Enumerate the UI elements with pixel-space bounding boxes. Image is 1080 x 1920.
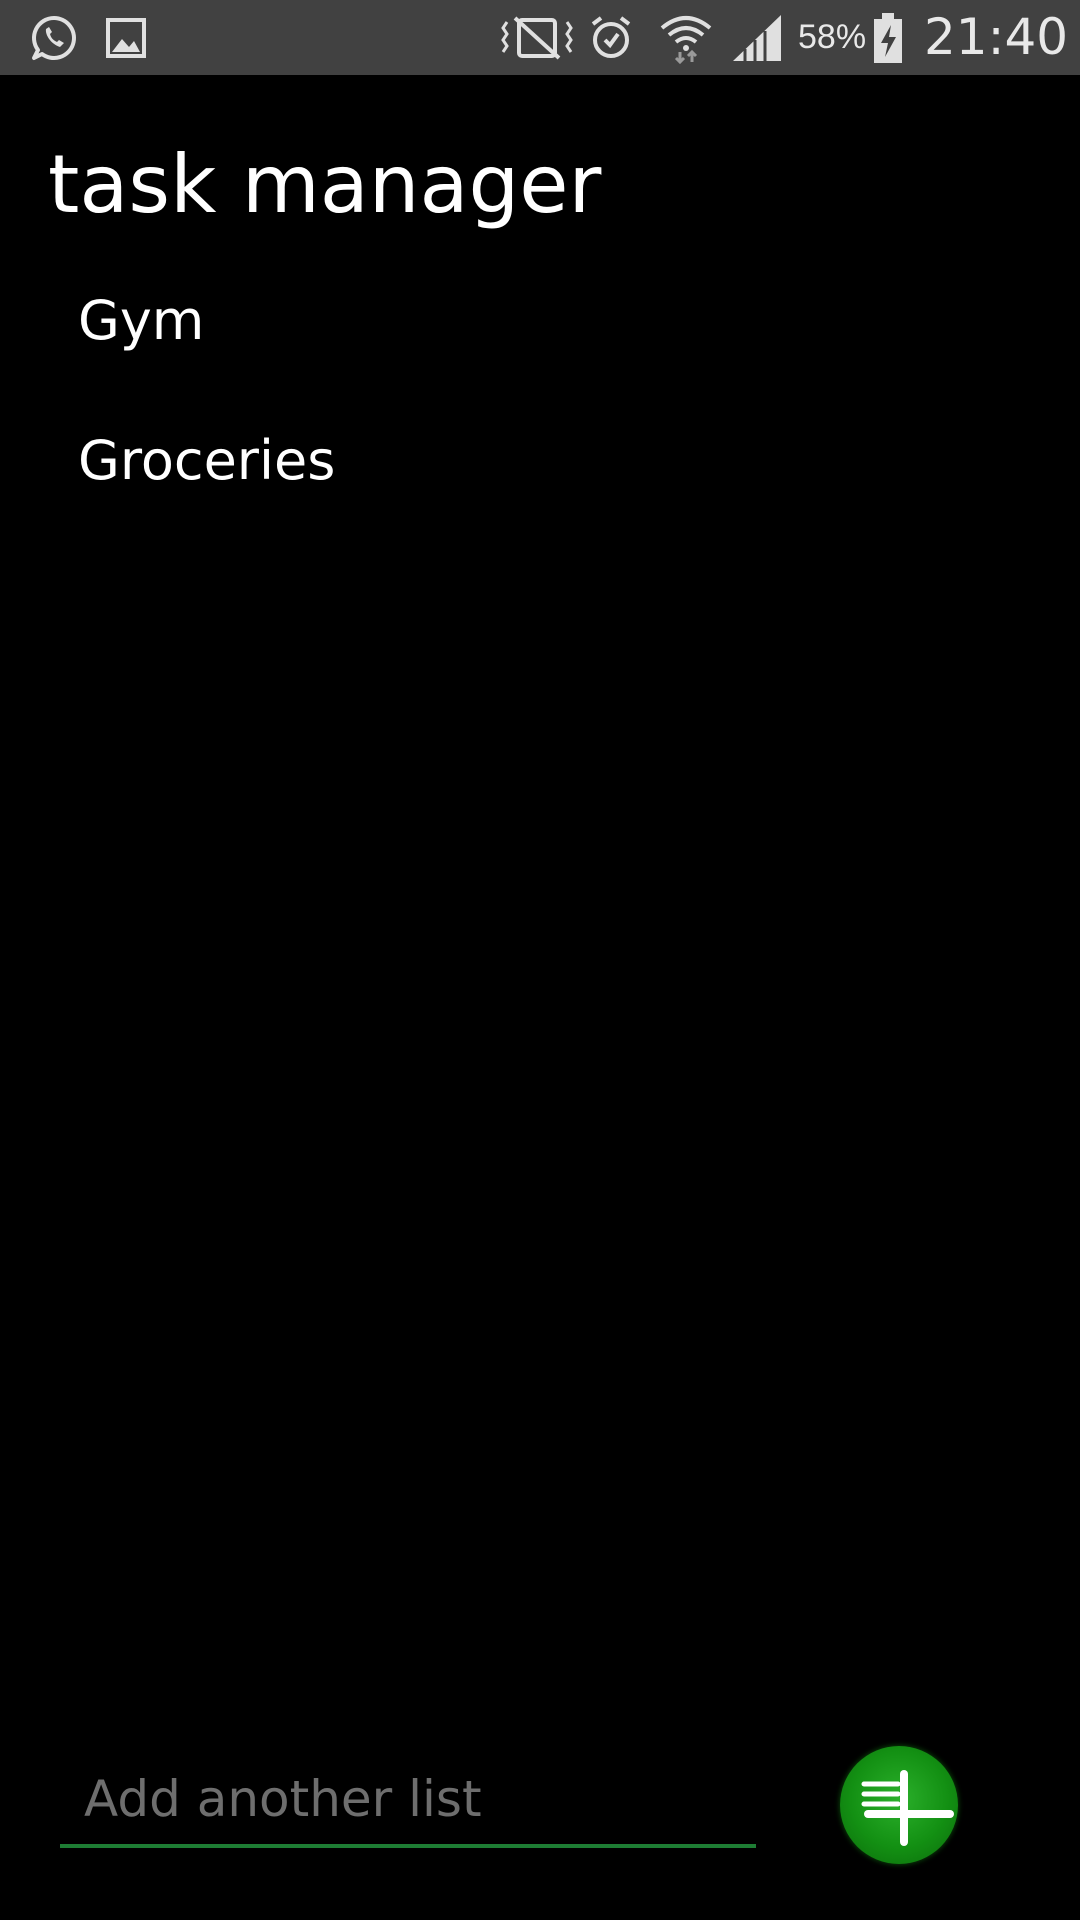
add-list-button[interactable] [840, 1746, 958, 1864]
status-bar: 58% 21:40 [0, 0, 1080, 75]
signal-icon [730, 0, 784, 75]
gallery-icon [104, 0, 148, 75]
status-clock: 21:40 [924, 8, 1069, 66]
list-item-label: Groceries [78, 428, 336, 492]
add-list-icon [861, 1770, 954, 1846]
screen: 58% 21:40 task manager Gym Groceries [0, 0, 1080, 1920]
new-list-input[interactable] [60, 1760, 756, 1848]
battery-charging-icon [870, 0, 906, 75]
whatsapp-icon [26, 0, 82, 75]
vibrate-mute-icon [500, 0, 574, 75]
alarm-icon [586, 0, 636, 75]
list-item-groceries[interactable]: Groceries [0, 390, 1080, 530]
list-item-gym[interactable]: Gym [0, 250, 1080, 390]
list-item-label: Gym [78, 288, 205, 352]
wifi-icon [656, 0, 716, 75]
battery-percent: 58% [798, 18, 867, 56]
app-title: task manager [48, 138, 602, 231]
